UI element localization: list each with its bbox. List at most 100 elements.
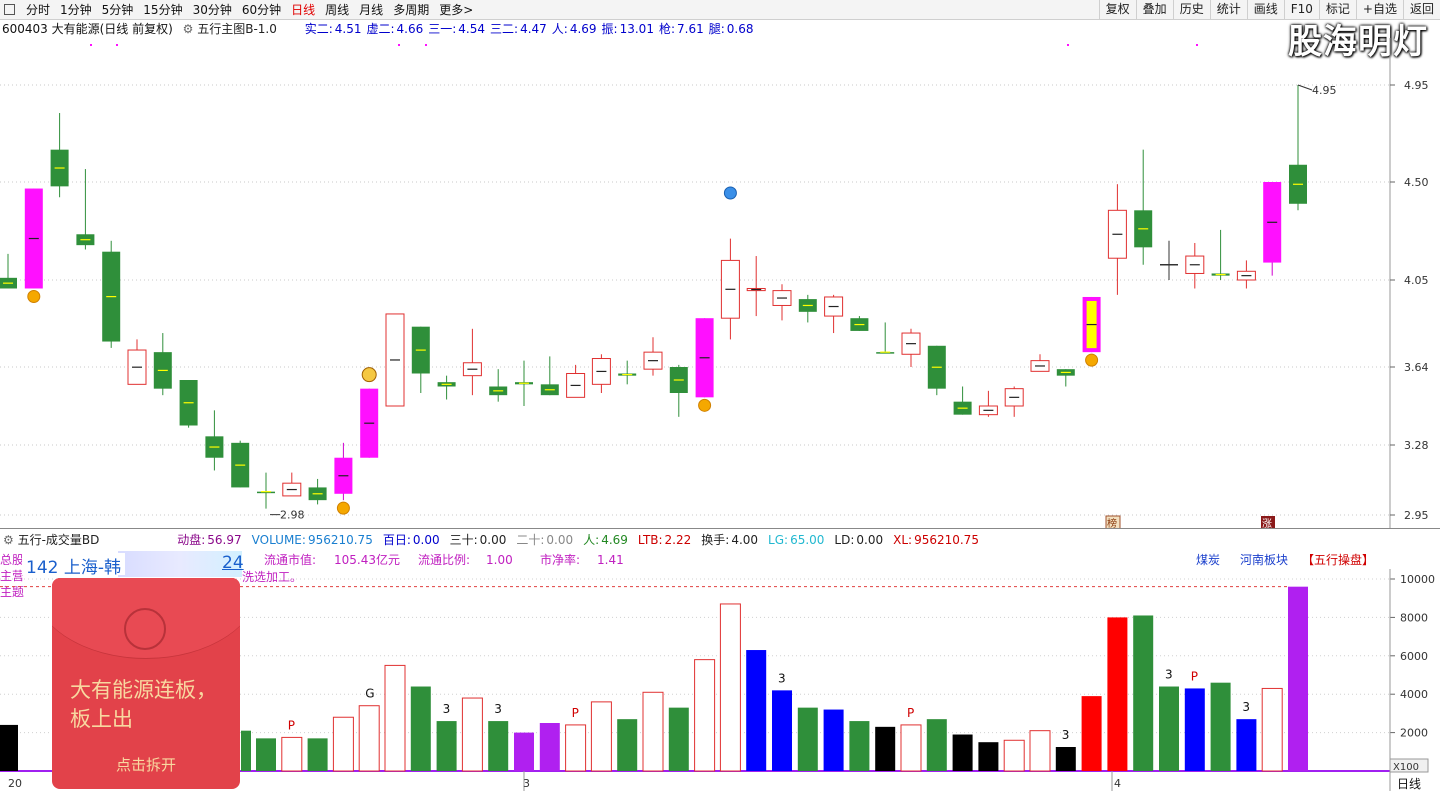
- candle[interactable]: [231, 440, 250, 488]
- toolbar-btn-1[interactable]: 叠加: [1135, 0, 1173, 19]
- volume-bar[interactable]: [823, 709, 844, 771]
- candle[interactable]: [411, 326, 430, 393]
- candle[interactable]: [1030, 354, 1050, 372]
- candle[interactable]: [1263, 182, 1282, 276]
- period-tab-10[interactable]: 更多>: [434, 3, 478, 17]
- template-gear-icon[interactable]: ⚙: [183, 22, 194, 36]
- volume-bar[interactable]: [1236, 719, 1257, 771]
- candle[interactable]: [0, 253, 17, 289]
- candle[interactable]: [746, 256, 766, 317]
- volume-bar[interactable]: [332, 716, 354, 772]
- toolbar-btn-4[interactable]: 画线: [1246, 0, 1284, 19]
- candle[interactable]: [798, 294, 817, 323]
- template-name[interactable]: 五行主图B-1.0: [197, 22, 277, 36]
- red-envelope-popup[interactable]: 大有能源连板，板上出 点击拆开: [52, 578, 240, 789]
- candle[interactable]: [591, 354, 611, 393]
- candle[interactable]: [1185, 242, 1205, 289]
- volume-bar[interactable]: [307, 738, 328, 771]
- volume-bar[interactable]: [461, 697, 483, 772]
- volume-bar[interactable]: [1210, 682, 1231, 771]
- volume-bar[interactable]: [1003, 739, 1025, 772]
- volume-bar[interactable]: [1184, 688, 1205, 771]
- period-tab-2[interactable]: 5分钟: [97, 3, 139, 17]
- tag-wuxing[interactable]: 【五行操盘】: [1302, 551, 1374, 569]
- candle[interactable]: [515, 360, 533, 406]
- signal-coin-icon[interactable]: [1085, 353, 1099, 367]
- candle[interactable]: [1082, 296, 1101, 353]
- volume-bar[interactable]: [900, 724, 922, 772]
- candle[interactable]: [618, 360, 637, 385]
- toolbar-btn-0[interactable]: 复权: [1098, 0, 1136, 19]
- volume-bar[interactable]: [1261, 687, 1283, 772]
- signal-coin-icon[interactable]: [336, 501, 350, 515]
- tag-henan[interactable]: 河南板块: [1240, 551, 1288, 569]
- volume-bar[interactable]: [384, 664, 406, 772]
- period-tab-1[interactable]: 1分钟: [55, 3, 97, 17]
- volume-bar[interactable]: [978, 742, 999, 771]
- period-tab-0[interactable]: 分时: [21, 3, 55, 17]
- candle[interactable]: [566, 364, 586, 398]
- toolbar-btn-3[interactable]: 统计: [1209, 0, 1247, 19]
- candle[interactable]: [927, 345, 946, 396]
- candle[interactable]: [1004, 386, 1024, 417]
- volume-bar[interactable]: [875, 726, 896, 771]
- volume-bar[interactable]: [668, 707, 689, 771]
- volume-bar[interactable]: [694, 659, 716, 772]
- tag-coal[interactable]: 煤炭: [1196, 551, 1220, 569]
- panel-toggle-icon[interactable]: [4, 4, 15, 15]
- volume-bar[interactable]: [1107, 617, 1128, 771]
- candle[interactable]: [1211, 229, 1230, 280]
- candle[interactable]: [540, 356, 559, 396]
- volume-bar[interactable]: [241, 730, 251, 771]
- volume-bar[interactable]: [1159, 686, 1179, 771]
- volume-bar[interactable]: [1081, 696, 1102, 771]
- volume-bar[interactable]: [1029, 730, 1051, 772]
- candle[interactable]: [720, 238, 740, 340]
- volume-bar[interactable]: [539, 723, 560, 771]
- period-tab-8[interactable]: 月线: [354, 3, 388, 17]
- candle[interactable]: [901, 328, 921, 367]
- volume-bar[interactable]: [772, 690, 792, 771]
- volume-bar[interactable]: [281, 736, 303, 772]
- candle[interactable]: [772, 284, 792, 321]
- volume-bar[interactable]: [358, 705, 380, 772]
- volume-bar[interactable]: [488, 721, 509, 771]
- candle[interactable]: [489, 369, 508, 402]
- volume-bar[interactable]: [849, 721, 870, 771]
- volume-bar[interactable]: [642, 691, 664, 772]
- candle[interactable]: [669, 364, 688, 417]
- candle[interactable]: [876, 322, 895, 354]
- period-tab-6[interactable]: 日线: [286, 3, 320, 17]
- period-tab-9[interactable]: 多周期: [388, 3, 434, 17]
- ticker-notice[interactable]: 142 上海-韩 24: [22, 553, 244, 578]
- candle[interactable]: [50, 113, 69, 198]
- volume-bar[interactable]: [926, 719, 947, 771]
- candle[interactable]: [1134, 149, 1153, 265]
- volume-bar[interactable]: [514, 732, 534, 771]
- candle[interactable]: [76, 169, 95, 250]
- candle[interactable]: [1160, 240, 1178, 280]
- candle[interactable]: [437, 375, 456, 400]
- period-tab-5[interactable]: 60分钟: [237, 3, 286, 17]
- candle[interactable]: [360, 388, 379, 458]
- volume-bar[interactable]: [617, 719, 638, 771]
- candle[interactable]: [102, 240, 121, 348]
- candle[interactable]: [824, 294, 844, 334]
- candle[interactable]: [179, 380, 198, 428]
- candle[interactable]: [153, 333, 172, 396]
- period-tab-7[interactable]: 周线: [320, 3, 354, 17]
- candle[interactable]: [385, 313, 405, 407]
- signal-coin-icon[interactable]: [27, 289, 41, 303]
- zhang-marker[interactable]: 涨: [1261, 516, 1275, 528]
- candlestick-chart[interactable]: 4.95 4.50 4.05 3.64 3.28 2.95 4.95 2.98 榜 涨: [0, 38, 1440, 528]
- volume-bar[interactable]: [1133, 615, 1154, 771]
- volume-panel-title[interactable]: 五行-成交量BD: [18, 533, 100, 547]
- candle[interactable]: [1056, 369, 1075, 387]
- candle[interactable]: [308, 478, 327, 505]
- blue-ball-icon[interactable]: [723, 186, 737, 200]
- volume-bar[interactable]: [256, 738, 276, 771]
- signal-coin-icon[interactable]: [698, 398, 712, 412]
- candle[interactable]: [1107, 184, 1127, 295]
- volume-bar[interactable]: [590, 701, 612, 772]
- candle[interactable]: [127, 339, 147, 385]
